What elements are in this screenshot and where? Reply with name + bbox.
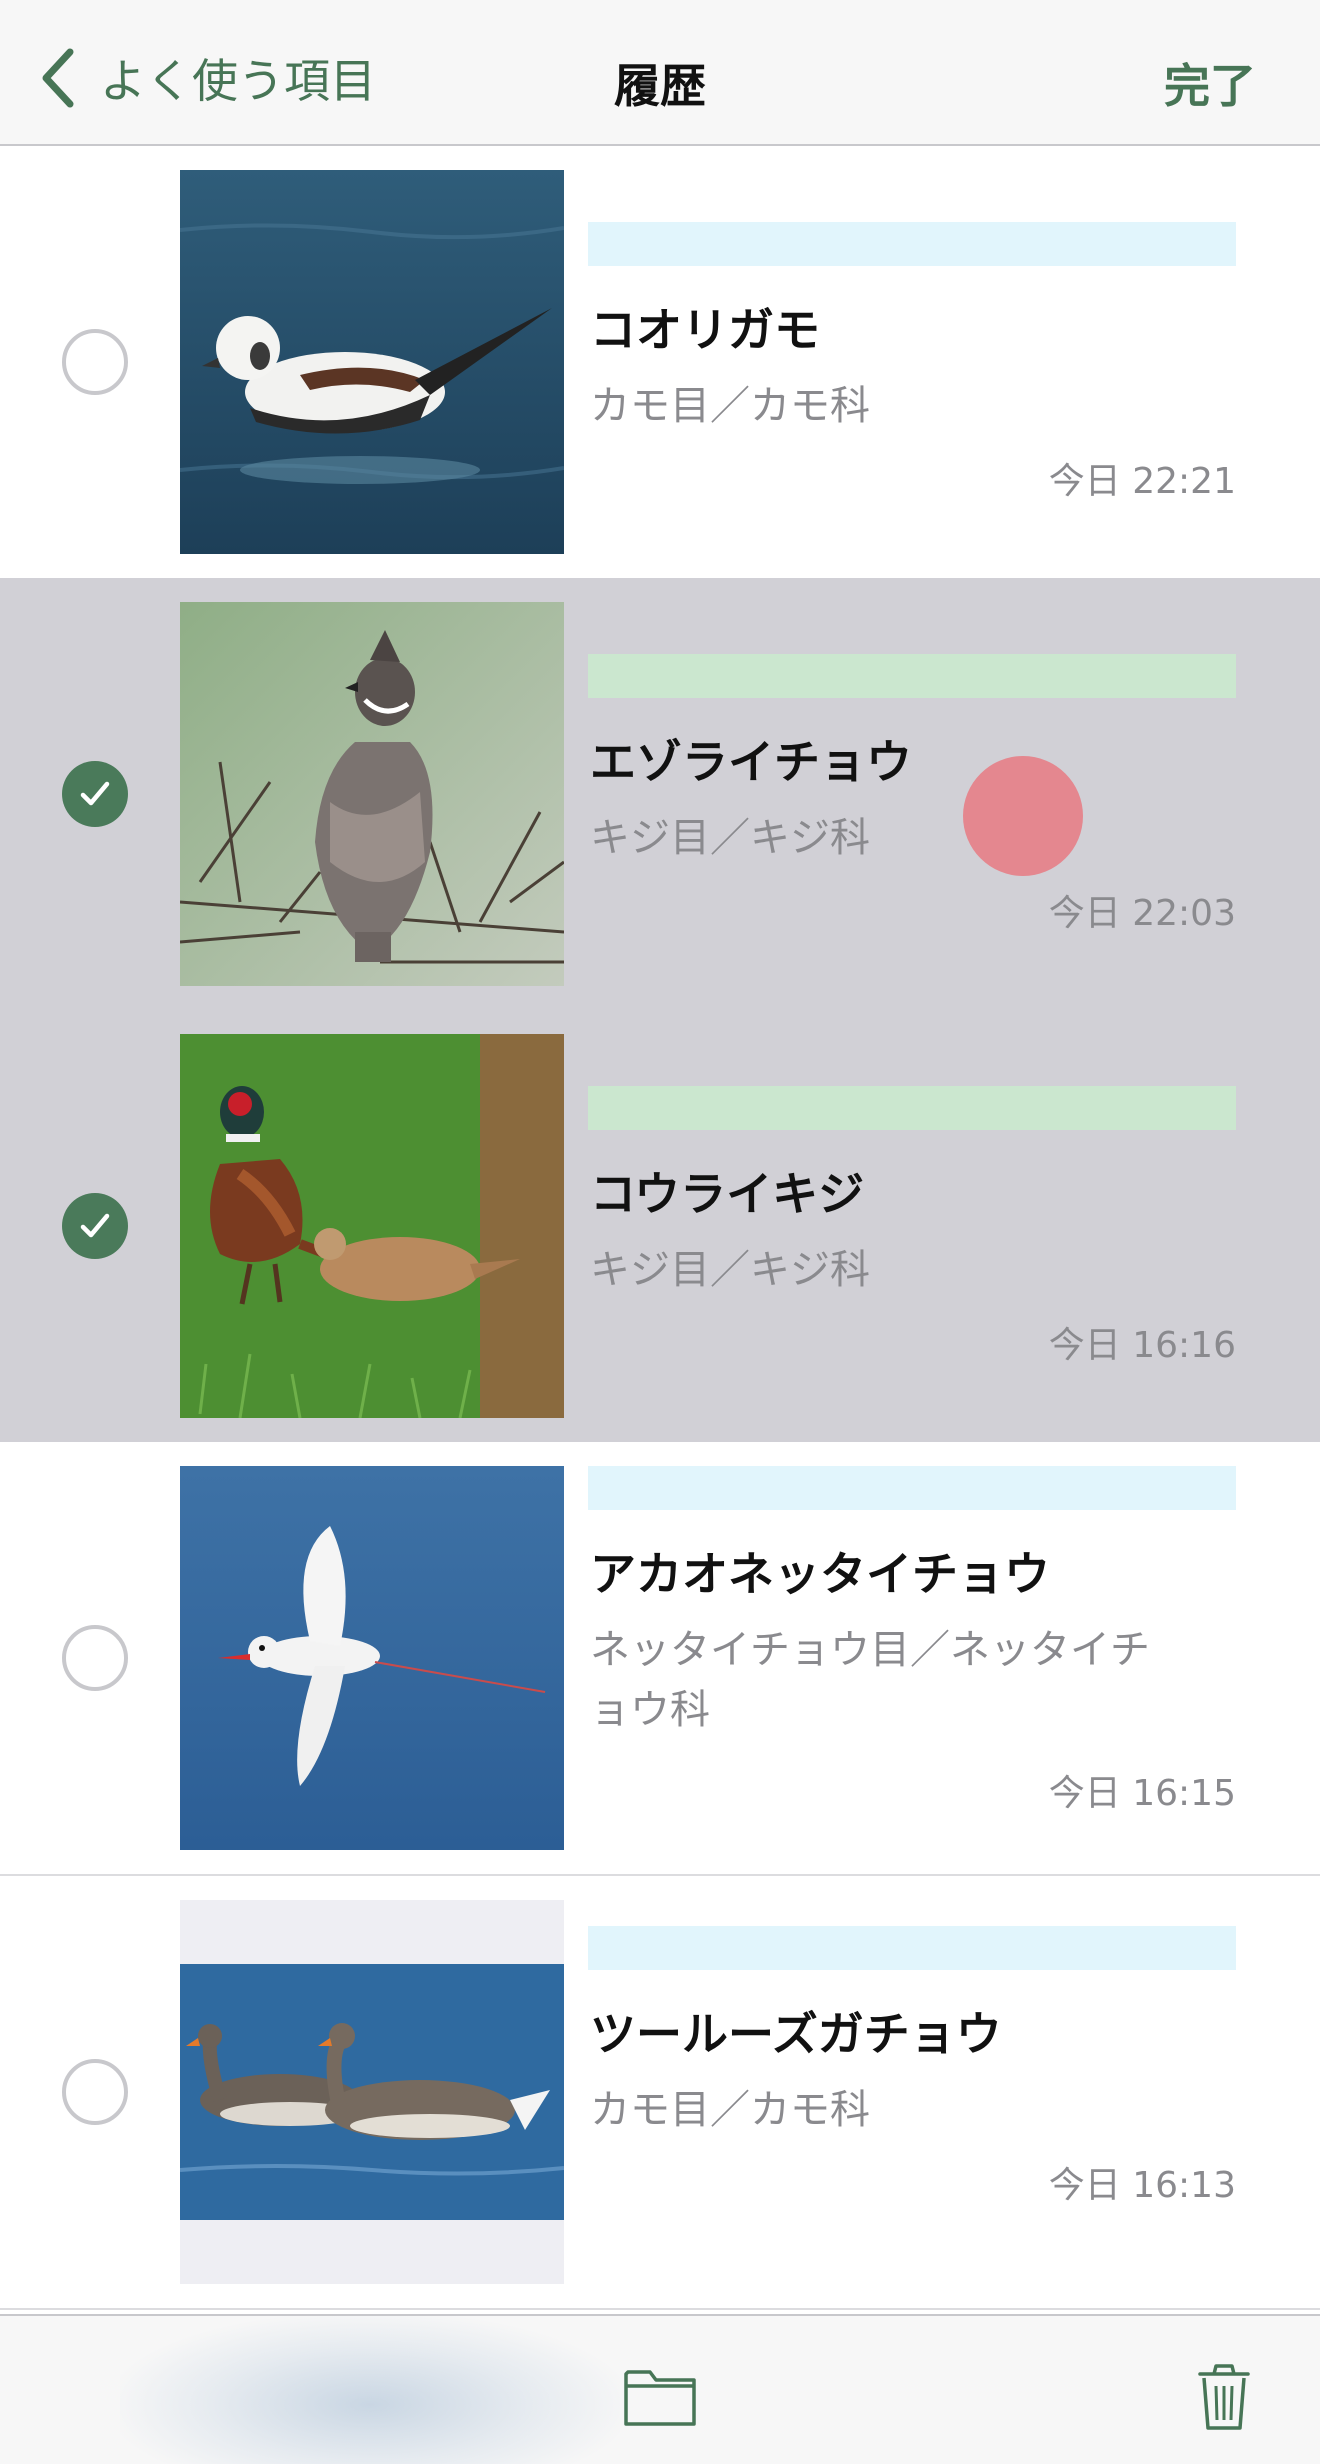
timestamp: 今日 22:21 — [1048, 461, 1236, 502]
bottom-toolbar — [0, 2314, 1320, 2464]
navigation-bar: よく使う項目 履歴 完了 — [0, 0, 1320, 146]
bird-name: ツールーズガチョウ — [590, 2007, 1002, 2061]
delete-button[interactable] — [1184, 2356, 1264, 2436]
trash-icon — [1198, 2364, 1250, 2430]
tag-color-bar — [588, 1466, 1236, 1510]
bird-name: コウライキジ — [590, 1167, 865, 1221]
list-item[interactable]: エゾライチョウ キジ目／キジ科 今日 22:03 — [0, 578, 1320, 1010]
bird-thumbnail — [180, 1900, 564, 2284]
selection-circle[interactable] — [62, 1625, 128, 1691]
selection-circle[interactable] — [62, 1193, 128, 1259]
page-title: 履歴 — [614, 59, 706, 113]
timestamp: 今日 16:15 — [1048, 1773, 1236, 1814]
bird-taxonomy: キジ目／キジ科 — [590, 1247, 870, 1293]
long-tailed-duck-image — [180, 170, 564, 554]
done-button[interactable]: 完了 — [1164, 50, 1256, 116]
tag-color-bar — [588, 1926, 1236, 1970]
selection-circle[interactable] — [62, 329, 128, 395]
toolbar-blur — [120, 2316, 620, 2464]
timestamp: 今日 16:16 — [1048, 1325, 1236, 1366]
timestamp: 今日 22:03 — [1048, 893, 1236, 934]
tag-color-bar — [588, 222, 1236, 266]
bird-thumbnail — [180, 170, 564, 554]
history-list: コオリガモ カモ目／カモ科 今日 22:21 エゾライチョウ キジ目／キジ科 今… — [0, 146, 1320, 2310]
hazel-grouse-image — [180, 602, 564, 986]
bird-taxonomy: ネッタイチョウ目／ネッタイチョウ科 — [590, 1627, 1150, 1733]
bird-thumbnail — [180, 602, 564, 986]
toulouse-geese-image — [180, 1900, 564, 2284]
selection-circle[interactable] — [62, 761, 128, 827]
list-item[interactable]: アカオネッタイチョウ ネッタイチョウ目／ネッタイチョウ科 今日 16:15 — [0, 1442, 1320, 1876]
bird-thumbnail — [180, 1034, 564, 1418]
tag-color-bar — [588, 1086, 1236, 1130]
list-item[interactable]: ツールーズガチョウ カモ目／カモ科 今日 16:13 — [0, 1876, 1320, 2310]
tag-color-bar — [588, 654, 1236, 698]
bird-name: コオリガモ — [590, 303, 820, 357]
bird-name: エゾライチョウ — [590, 735, 912, 789]
selection-circle[interactable] — [62, 2059, 128, 2125]
bird-thumbnail — [180, 1466, 564, 1850]
list-item[interactable]: コウライキジ キジ目／キジ科 今日 16:16 — [0, 1010, 1320, 1442]
bird-taxonomy: カモ目／カモ科 — [590, 2087, 870, 2133]
row-separator — [0, 2308, 1320, 2310]
ring-necked-pheasant-image — [180, 1034, 564, 1418]
bird-taxonomy: カモ目／カモ科 — [590, 383, 870, 429]
folder-icon — [624, 2370, 696, 2426]
move-to-folder-button[interactable] — [620, 2356, 700, 2436]
touch-indicator — [963, 756, 1083, 876]
checkmark-icon — [80, 781, 110, 806]
list-item[interactable]: コオリガモ カモ目／カモ科 今日 22:21 — [0, 146, 1320, 578]
bird-name: アカオネッタイチョウ — [590, 1547, 1050, 1601]
red-tailed-tropicbird-image — [180, 1466, 564, 1850]
timestamp: 今日 16:13 — [1048, 2165, 1236, 2206]
checkmark-icon — [80, 1213, 110, 1238]
